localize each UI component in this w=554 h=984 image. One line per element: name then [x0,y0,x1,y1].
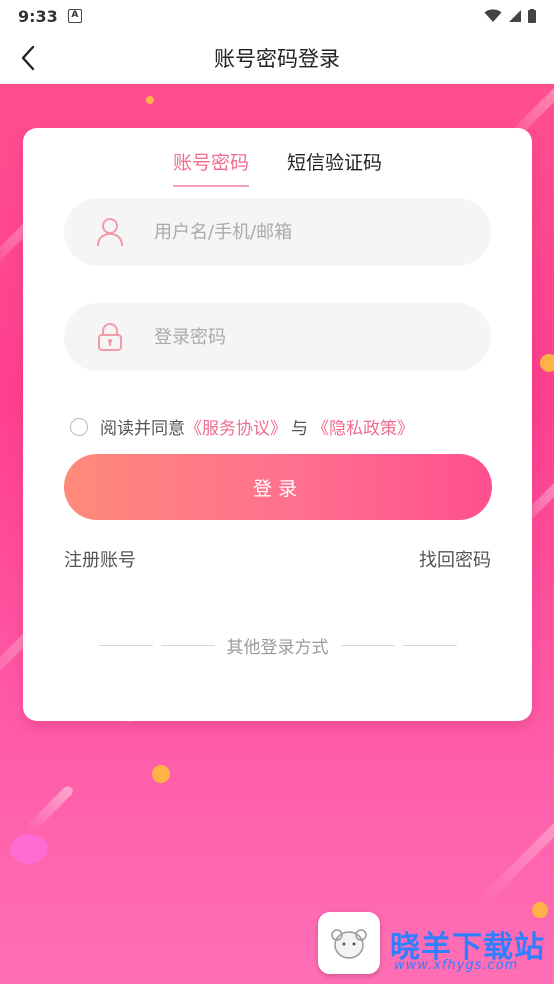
agreement-prefix: 阅读并同意 [100,419,185,439]
decor-dot [532,902,548,918]
tab-account-password[interactable]: 账号密码 [172,148,249,187]
other-login-label: 其他登录方式 [226,638,329,658]
notification-icon: A [67,9,82,23]
wifi-icon [484,9,502,22]
register-link[interactable]: 注册账号 [64,546,136,572]
forgot-password-link[interactable]: 找回密码 [419,546,491,572]
agreement-row: 阅读并同意 《服务协议》 与 《隐私政策》 [70,414,414,439]
decor-streak [25,784,75,834]
agreement-checkbox[interactable] [70,417,88,436]
status-time: 9:33 [18,6,58,26]
battery-icon [528,9,536,23]
watermark-logo [318,912,380,974]
watermark-url: www.xfhygs.com [394,958,519,973]
other-login-divider: 其他登录方式 [23,633,532,658]
decor-streak [478,792,554,906]
status-bar: 9:33 A [0,0,554,32]
username-input[interactable] [154,221,454,243]
sheep-icon [331,929,367,959]
username-field[interactable] [64,198,491,266]
tab-sms-code[interactable]: 短信验证码 [287,148,382,187]
decor-dot [146,96,154,104]
chevron-left-icon [21,45,35,71]
divider-line [98,645,153,646]
page-title: 账号密码登录 [214,46,340,71]
privacy-policy-link[interactable]: 《隐私政策》 [312,414,414,439]
service-agreement-link[interactable]: 《服务协议》 [185,414,287,439]
password-input[interactable] [154,326,454,348]
login-button[interactable]: 登录 [64,454,492,520]
agreement-joiner: 与 [291,419,308,439]
lock-icon [94,321,126,353]
decor-dot [152,765,170,783]
divider-line [160,645,215,646]
status-icons [484,9,536,23]
divider-line [340,645,395,646]
back-button[interactable] [14,44,42,72]
login-card: 账号密码 短信验证码 阅读并同意 《服务协议》 与 《隐私政策》 登录 注册账号… [23,128,532,721]
login-tabs: 账号密码 短信验证码 [23,148,532,187]
password-field[interactable] [64,303,491,371]
divider-line [402,645,457,646]
signal-icon [509,10,521,22]
decor-dot [540,354,554,372]
user-icon [94,216,126,248]
top-app-bar: 账号密码登录 [0,32,554,84]
decor-dot [10,834,48,864]
